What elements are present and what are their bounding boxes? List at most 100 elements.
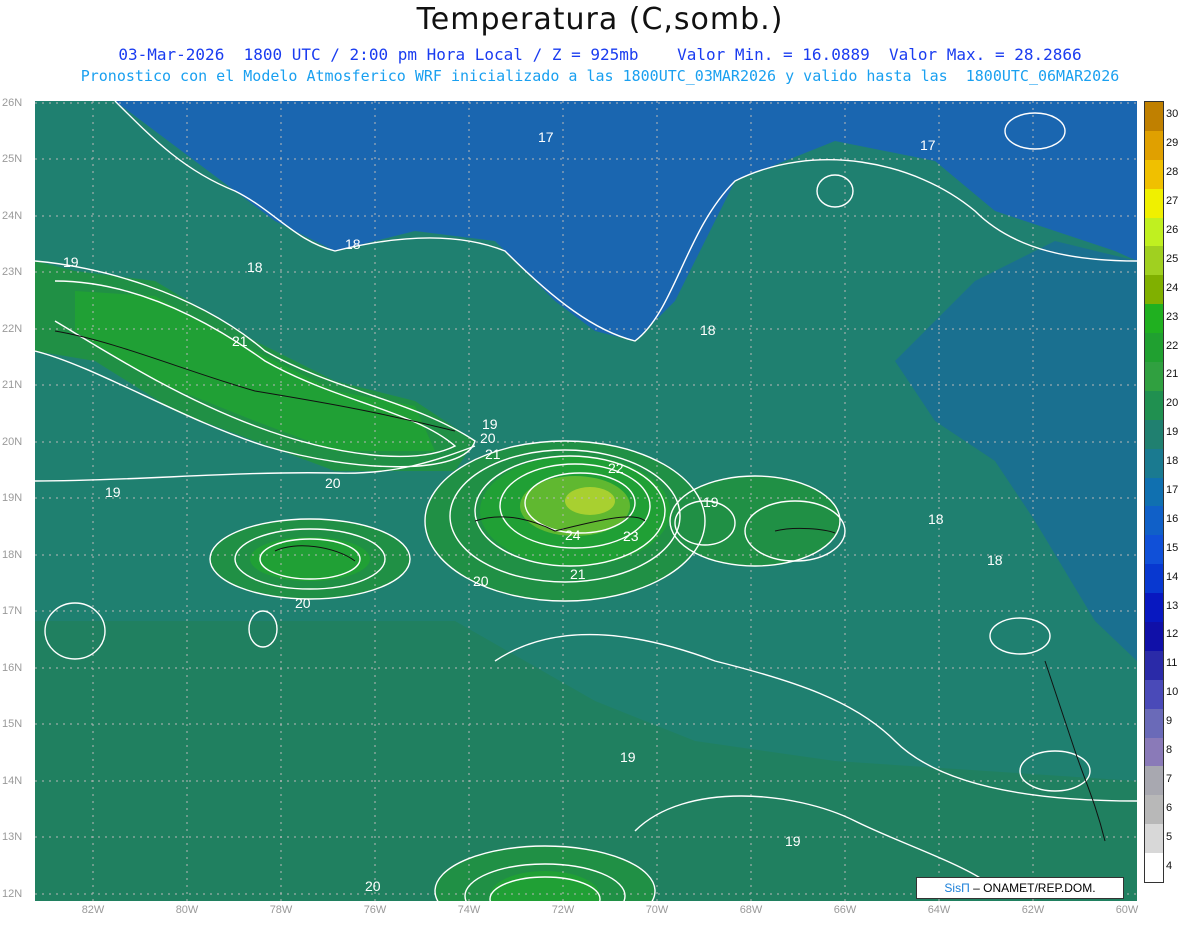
colorbar-label: 30 (1166, 108, 1179, 121)
contour-label: 18 (247, 259, 263, 275)
colorbar-label: 25 (1166, 252, 1179, 265)
colorbar-label: 22 (1166, 339, 1179, 352)
colorbar-swatch (1145, 217, 1163, 247)
colorbar-label: 19 (1166, 426, 1179, 439)
colorbar-swatch (1145, 593, 1163, 623)
colorbar-label: 27 (1166, 195, 1179, 208)
lon-label: 66W (833, 904, 857, 916)
lat-label: 25N (2, 153, 23, 165)
contour-label: 22 (608, 460, 624, 476)
colorbar-swatch (1145, 333, 1163, 363)
contour-label: 19 (703, 494, 719, 510)
lon-label: 76W (363, 904, 387, 916)
lat-label: 20N (2, 436, 23, 448)
lat-label: 24N (2, 210, 23, 222)
contour-label: 19 (105, 484, 121, 500)
lat-label: 14N (2, 775, 23, 787)
lat-label: 16N (2, 662, 23, 674)
valid-time-subtitle: 03-Mar-2026 1800 UTC / 2:00 pm Hora Loca… (118, 45, 1082, 64)
colorbar-swatch (1145, 159, 1163, 190)
colorbar-label: 6 (1166, 801, 1173, 814)
colorbar-swatch (1145, 448, 1163, 479)
colorbar-swatch (1145, 506, 1163, 536)
colorbar-label: 20 (1166, 397, 1179, 410)
colorbar-swatch (1145, 362, 1163, 392)
colorbar-label: 14 (1166, 570, 1179, 583)
credit-box: SisΠ – ONAMET/REP.DOM. (916, 877, 1124, 899)
lat-label: 22N (2, 323, 23, 335)
sispi-logo-text: SisΠ (944, 881, 970, 895)
colorbar-label: 9 (1166, 715, 1173, 728)
colorbar-swatch (1145, 766, 1163, 796)
colorbar-swatch (1145, 304, 1163, 334)
colorbar-swatch (1145, 824, 1163, 854)
colorbar-label: 12 (1166, 628, 1179, 641)
colorbar (1144, 101, 1164, 883)
colorbar-swatch (1145, 246, 1163, 276)
colorbar-label: 17 (1166, 484, 1179, 496)
colorbar-label: 13 (1166, 599, 1179, 612)
colorbar-swatch (1145, 390, 1163, 421)
lat-label: 21N (2, 379, 23, 391)
colorbar-swatch (1145, 737, 1163, 767)
lat-label: 12N (2, 888, 23, 900)
colorbar-swatch (1145, 130, 1163, 161)
colorbar-label: 29 (1166, 137, 1179, 150)
contour-label: 19 (785, 833, 801, 849)
contour-label: 23 (623, 528, 639, 544)
credit-text: – ONAMET/REP.DOM. (973, 881, 1096, 895)
contour-label: 19 (63, 254, 79, 270)
colorbar-label: 5 (1166, 830, 1173, 843)
colorbar-label: 16 (1166, 512, 1179, 525)
model-info-subtitle: Pronostico con el Modelo Atmosferico WRF… (80, 67, 1120, 85)
colorbar-swatch (1145, 564, 1163, 594)
contour-label: 18 (345, 236, 361, 252)
lat-label: 17N (2, 605, 23, 617)
colorbar-label: 21 (1166, 368, 1179, 381)
contour-label: 17 (538, 129, 554, 145)
lat-label: 23N (2, 266, 23, 278)
lon-label: 70W (645, 904, 669, 916)
lon-label: 62W (1021, 904, 1045, 916)
contour-label: 20 (365, 878, 381, 894)
colorbar-label: 7 (1166, 772, 1173, 785)
contour-label: 18 (928, 511, 944, 527)
contour-label: 19 (620, 749, 636, 765)
lat-label: 18N (2, 549, 23, 561)
colorbar-swatch (1145, 188, 1163, 219)
contour-label: 20 (295, 595, 311, 611)
map-title: Temperatura (C,somb.) (416, 2, 784, 37)
colorbar-label: 4 (1166, 859, 1173, 872)
colorbar-label: 10 (1166, 686, 1179, 699)
colorbar-label: 23 (1166, 310, 1179, 323)
contour-label: 21 (570, 566, 586, 582)
contour-label: 24 (565, 527, 581, 543)
colorbar-swatch (1145, 708, 1163, 739)
colorbar-label: 15 (1166, 541, 1179, 554)
contour-label: 20 (480, 430, 496, 446)
lon-label: 80W (175, 904, 199, 916)
temperature-map: 17 17 18 18 18 18 18 19 19 19 19 19 20 2… (35, 101, 1137, 901)
lon-label: 64W (927, 904, 951, 916)
colorbar-label: 18 (1166, 455, 1179, 468)
colorbar-swatch (1145, 650, 1163, 681)
colorbar-swatch (1145, 853, 1163, 883)
colorbar-label: 8 (1166, 744, 1173, 756)
colorbar-label: 24 (1166, 281, 1179, 294)
lat-label: 15N (2, 718, 23, 730)
colorbar-swatch (1145, 535, 1163, 565)
lon-label: 68W (739, 904, 763, 916)
contour-label: 21 (485, 446, 501, 462)
colorbar-swatch (1145, 622, 1163, 652)
colorbar-swatch (1145, 275, 1163, 305)
lat-label: 26N (2, 97, 23, 109)
lon-label: 78W (269, 904, 293, 916)
colorbar-label: 11 (1166, 657, 1178, 670)
contour-label: 20 (325, 475, 341, 491)
lat-label: 19N (2, 492, 23, 504)
contour-label: 21 (232, 333, 248, 349)
lon-label: 82W (81, 904, 105, 916)
contour-label: 18 (700, 322, 716, 338)
lon-label: 74W (457, 904, 481, 916)
contour-label: 17 (920, 137, 936, 153)
